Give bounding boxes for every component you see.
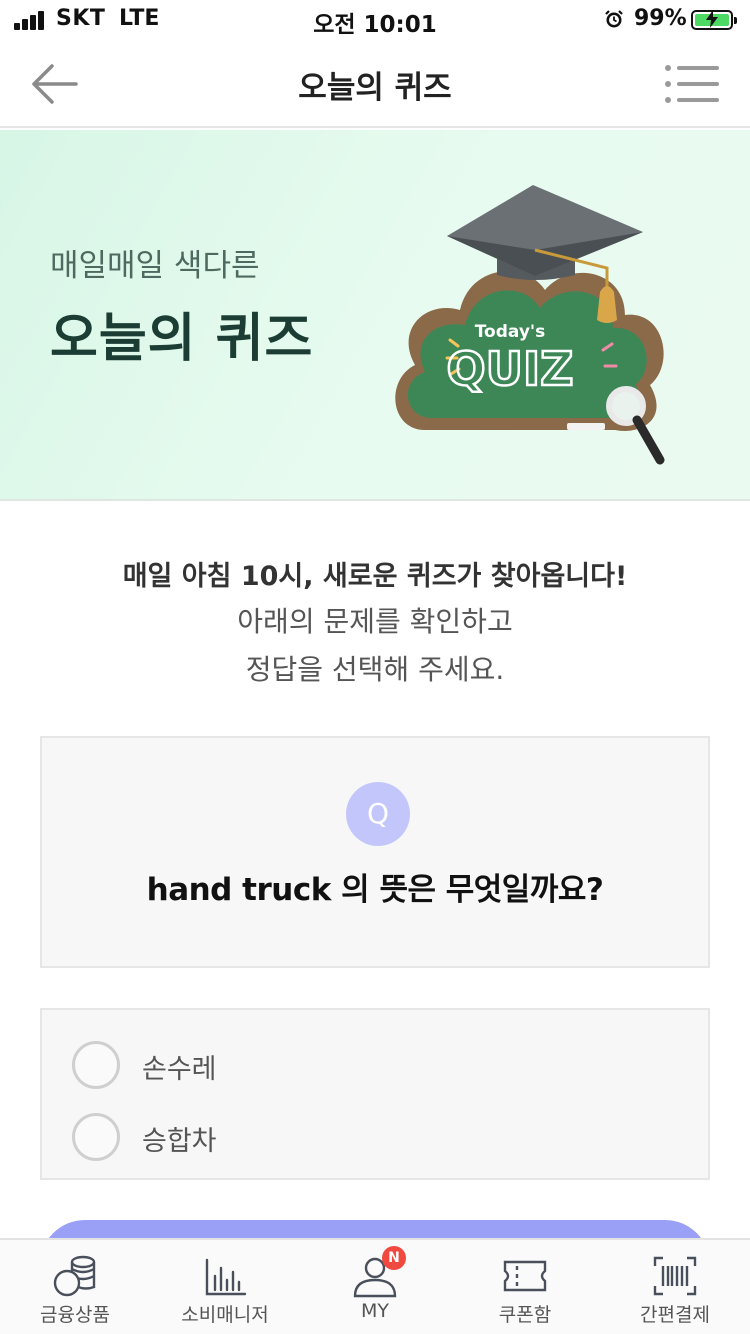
intro-line-2: 아래의 문제를 확인하고 — [237, 605, 513, 638]
ticket-icon — [503, 1260, 547, 1292]
radio-button-icon[interactable] — [72, 1041, 120, 1089]
bottom-tab-bar: 금융상품 소비매니저 N MY 쿠폰함 간편결제 — [0, 1238, 750, 1334]
question-badge: Q — [346, 782, 410, 846]
answer-option-2[interactable]: 승합차 — [72, 1110, 372, 1162]
question-card: Q hand truck 의 뜻은 무엇일까요? — [40, 736, 710, 968]
barcode-icon — [653, 1256, 697, 1296]
alarm-clock-icon — [605, 10, 623, 28]
intro-line-3: 정답을 선택해 주세요. — [245, 653, 505, 686]
status-bar: SKT LTE 오전 10:01 99% — [0, 0, 750, 40]
tab-my[interactable]: N MY — [300, 1240, 450, 1334]
banner-title: 오늘의 퀴즈 — [50, 309, 314, 369]
answer-option-label: 승합차 — [142, 1126, 217, 1157]
tab-coupons[interactable]: 쿠폰함 — [450, 1240, 600, 1334]
banner-subtitle: 매일매일 색다른 — [50, 248, 260, 284]
battery-percent: 99% — [634, 6, 687, 31]
answer-option-1[interactable]: 손수레 — [72, 1038, 372, 1090]
tab-label: 소비매니저 — [181, 1304, 269, 1326]
tab-spending-manager[interactable]: 소비매니저 — [150, 1240, 300, 1334]
answer-options: 손수레 승합차 — [40, 1008, 710, 1180]
intro-text: 매일 아침 10시, 새로운 퀴즈가 찾아옵니다! 아래의 문제를 확인하고 정… — [0, 556, 750, 694]
intro-headline: 매일 아침 10시, 새로운 퀴즈가 찾아옵니다! — [122, 561, 628, 592]
tab-easy-pay[interactable]: 간편결제 — [600, 1240, 750, 1334]
tab-label: 쿠폰함 — [498, 1304, 552, 1326]
tab-financial-products[interactable]: 금융상품 — [0, 1240, 150, 1334]
page-title: 오늘의 퀴즈 — [298, 70, 452, 106]
new-badge: N — [382, 1246, 406, 1270]
tab-label: 간편결제 — [640, 1304, 710, 1326]
app-header: 오늘의 퀴즈 — [0, 40, 750, 128]
tab-label: 금융상품 — [40, 1304, 110, 1326]
answer-option-label: 손수레 — [142, 1054, 217, 1085]
bar-chart-icon — [205, 1258, 247, 1296]
quiz-banner: 매일매일 색다른 오늘의 퀴즈 Today's QUIZ — [0, 130, 750, 501]
battery-charging-icon — [691, 10, 737, 30]
question-text: hand truck 의 뜻은 무엇일까요? — [146, 872, 604, 908]
radio-button-icon[interactable] — [72, 1113, 120, 1161]
list-menu-icon[interactable] — [664, 64, 720, 104]
art-big-text: QUIZ — [447, 342, 574, 396]
tab-label: MY — [361, 1300, 389, 1322]
art-small-text: Today's — [475, 322, 546, 342]
coins-icon — [53, 1255, 96, 1297]
quiz-chalkboard-illustration: Today's QUIZ — [395, 185, 665, 465]
